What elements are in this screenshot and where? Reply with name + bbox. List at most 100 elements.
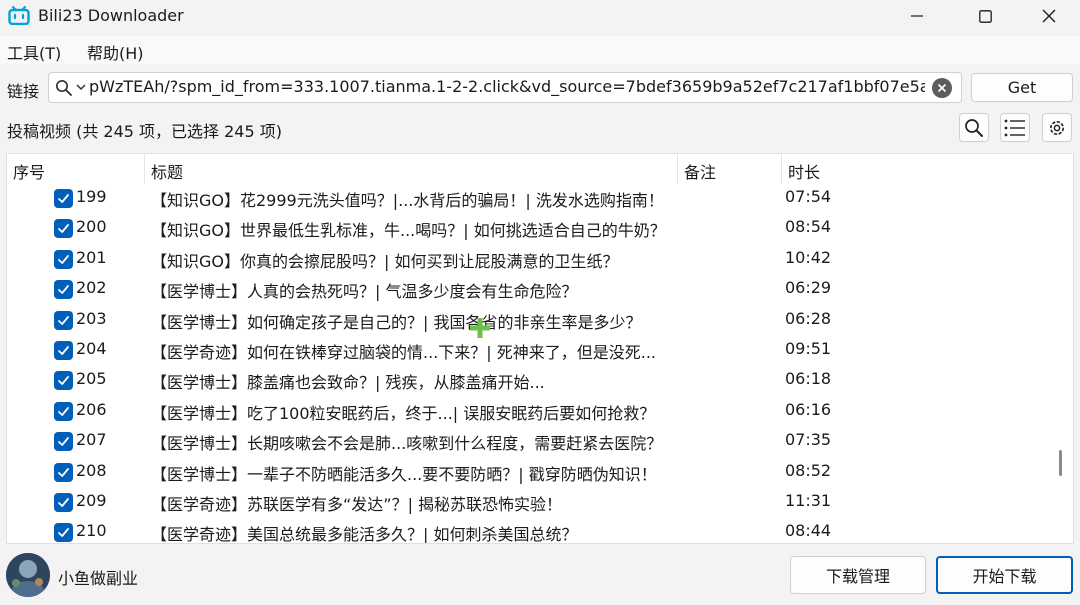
row-number: 204 bbox=[76, 339, 107, 358]
menu-tools[interactable]: 工具(T) bbox=[7, 40, 61, 64]
checkmark-icon bbox=[58, 285, 69, 295]
row-checkbox[interactable] bbox=[54, 280, 73, 300]
row-duration: 07:54 bbox=[785, 187, 832, 206]
column-index[interactable]: 序号 bbox=[13, 159, 45, 183]
bilibili-app-icon bbox=[8, 6, 30, 25]
row-duration: 08:52 bbox=[785, 460, 832, 480]
row-title: 【医学奇迹】美国总统最多能活多久？| 如何刺杀美国总统？ bbox=[151, 525, 578, 544]
menu-bar: 工具(T) 帮助(H) bbox=[0, 36, 1080, 64]
row-number: 203 bbox=[76, 308, 107, 328]
maximize-icon bbox=[978, 9, 992, 23]
checkmark-icon bbox=[58, 437, 69, 447]
window-title: Bili23 Downloader bbox=[38, 6, 184, 25]
checkmark-icon bbox=[58, 315, 69, 325]
close-icon bbox=[1042, 9, 1056, 23]
row-title: 【医学博士】如何确定孩子是自己的？| 我国各省的非亲生率是多少？ bbox=[151, 312, 642, 332]
row-duration: 08:44 bbox=[785, 521, 832, 541]
row-duration: 06:16 bbox=[785, 399, 832, 419]
download-manager-button[interactable]: 下载管理 bbox=[790, 556, 926, 594]
row-duration: 09:51 bbox=[785, 339, 832, 358]
chevron-down-icon[interactable] bbox=[76, 84, 86, 91]
start-download-button[interactable]: 开始下载 bbox=[936, 556, 1073, 594]
avatar bbox=[6, 553, 50, 597]
checkmark-icon bbox=[58, 467, 69, 477]
scrollbar-thumb[interactable] bbox=[1059, 450, 1062, 476]
table-row[interactable]: 203 【医学博士】如何确定孩子是自己的？| 我国各省的非亲生率是多少？ 06:28 bbox=[7, 305, 1047, 335]
checkmark-icon bbox=[58, 528, 69, 538]
row-title: 【医学博士】一辈子不防晒能活多久...要不要防晒？| 戳穿防晒伪知识！ bbox=[151, 464, 657, 484]
row-title: 【知识GO】花2999元洗头值吗？|...水背后的骗局！| 洗发水选购指南！ bbox=[151, 191, 664, 210]
menu-help[interactable]: 帮助(H) bbox=[87, 40, 144, 64]
table-row[interactable]: 200 【知识GO】世界最低生乳标准，牛...喝吗？| 如何挑选适合自己的牛奶？ 0… bbox=[7, 213, 1047, 243]
checkmark-icon bbox=[58, 498, 69, 507]
row-duration: 06:18 bbox=[785, 369, 832, 389]
row-duration: 11:31 bbox=[785, 491, 832, 510]
row-number: 206 bbox=[76, 399, 107, 419]
row-number: 199 bbox=[76, 187, 107, 206]
settings-button[interactable] bbox=[1042, 113, 1072, 142]
search-icon bbox=[965, 118, 983, 137]
table-row[interactable]: 199 【知识GO】花2999元洗头值吗？|...水背后的骗局！| 洗发水选购指南… bbox=[7, 183, 1047, 213]
table-row[interactable]: 206 【医学博士】吃了100粒安眠药后，终于...| 误服安眠药后要如何抢救？ 0… bbox=[7, 396, 1047, 426]
column-title[interactable]: 标题 bbox=[151, 159, 183, 183]
row-number: 205 bbox=[76, 369, 107, 389]
column-note[interactable]: 备注 bbox=[684, 159, 716, 183]
column-divider[interactable] bbox=[677, 154, 678, 184]
table-row[interactable]: 201 【知识GO】你真的会擦屁股吗？| 如何买到让屁股满意的卫生纸？ 10:42 bbox=[7, 244, 1047, 274]
column-duration[interactable]: 时长 bbox=[788, 159, 820, 183]
clear-url-button[interactable] bbox=[932, 78, 952, 98]
table-row[interactable]: 204 【医学奇迹】如何在铁棒穿过脑袋的情...下来？| 死神来了，但是没死...… bbox=[7, 335, 1047, 365]
row-duration: 07:35 bbox=[785, 430, 832, 450]
row-checkbox[interactable] bbox=[54, 189, 73, 208]
url-input[interactable]: pWzTEAh/?spm_id_from=333.1007.tianma.1-2… bbox=[48, 72, 962, 103]
row-checkbox[interactable] bbox=[54, 523, 73, 543]
row-number: 200 bbox=[76, 217, 107, 237]
column-divider[interactable] bbox=[144, 154, 145, 184]
row-checkbox[interactable] bbox=[54, 219, 73, 239]
url-value[interactable]: pWzTEAh/?spm_id_from=333.1007.tianma.1-2… bbox=[89, 77, 925, 96]
row-number: 202 bbox=[76, 278, 107, 298]
video-list[interactable]: 序号 标题 备注 时长 199 【知识GO】花2999元洗头值吗？|...水背后的… bbox=[6, 153, 1074, 544]
row-number: 210 bbox=[76, 521, 107, 541]
table-row[interactable]: 205 【医学博士】膝盖痛也会致命？| 残疾，从膝盖痛开始... 06:18 bbox=[7, 365, 1047, 395]
row-checkbox[interactable] bbox=[54, 341, 73, 360]
row-number: 209 bbox=[76, 491, 107, 510]
row-title: 【医学博士】人真的会热死吗？| 气温多少度会有生命危险？ bbox=[151, 282, 578, 302]
row-checkbox[interactable] bbox=[54, 401, 73, 421]
table-row[interactable]: 208 【医学博士】一辈子不防晒能活多久...要不要防晒？| 戳穿防晒伪知识！ 08… bbox=[7, 457, 1047, 487]
close-icon bbox=[937, 83, 947, 93]
checkmark-icon bbox=[58, 376, 69, 386]
row-title: 【医学博士】膝盖痛也会致命？| 残疾，从膝盖痛开始... bbox=[151, 373, 545, 393]
list-view-button[interactable] bbox=[1000, 113, 1030, 142]
list-summary: 投稿视频 (共 245 项，已选择 245 项) bbox=[7, 122, 282, 141]
checkmark-icon bbox=[58, 406, 69, 416]
table-row[interactable]: 202 【医学博士】人真的会热死吗？| 气温多少度会有生命危险？ 06:29 bbox=[7, 274, 1047, 304]
row-duration: 06:28 bbox=[785, 308, 832, 328]
checkmark-icon bbox=[58, 194, 69, 203]
row-title: 【医学博士】长期咳嗽会不会是肺...咳嗽到什么程度，需要赶紧去医院？ bbox=[151, 434, 663, 454]
checkmark-icon bbox=[58, 254, 69, 264]
row-checkbox[interactable] bbox=[54, 249, 73, 269]
table-row[interactable]: 210 【医学奇迹】美国总统最多能活多久？| 如何刺杀美国总统？ 08:44 bbox=[7, 517, 1047, 544]
row-checkbox[interactable] bbox=[54, 371, 73, 391]
column-divider[interactable] bbox=[781, 154, 782, 184]
close-button[interactable] bbox=[1026, 0, 1072, 32]
row-number: 207 bbox=[76, 430, 107, 450]
minimize-icon bbox=[911, 15, 923, 17]
search-icon[interactable] bbox=[55, 79, 73, 97]
search-button[interactable] bbox=[959, 113, 989, 142]
move-cursor-icon bbox=[470, 318, 490, 338]
row-checkbox[interactable] bbox=[54, 432, 73, 452]
row-checkbox[interactable] bbox=[54, 462, 73, 482]
maximize-button[interactable] bbox=[962, 0, 1008, 32]
table-row[interactable]: 209 【医学奇迹】苏联医学有多“发达”？| 揭秘苏联恐怖实验！ 11:31 bbox=[7, 487, 1047, 517]
get-button[interactable]: Get bbox=[971, 73, 1073, 102]
checkmark-icon bbox=[58, 346, 69, 355]
row-checkbox[interactable] bbox=[54, 493, 73, 512]
list-icon bbox=[1004, 119, 1025, 136]
table-row[interactable]: 207 【医学博士】长期咳嗽会不会是肺...咳嗽到什么程度，需要赶紧去医院？ 07:… bbox=[7, 426, 1047, 456]
row-checkbox[interactable] bbox=[54, 310, 73, 330]
minimize-button[interactable] bbox=[894, 0, 940, 32]
row-duration: 06:29 bbox=[785, 278, 832, 298]
row-title: 【医学奇迹】如何在铁棒穿过脑袋的情...下来？| 死神来了，但是没死... bbox=[151, 343, 656, 362]
